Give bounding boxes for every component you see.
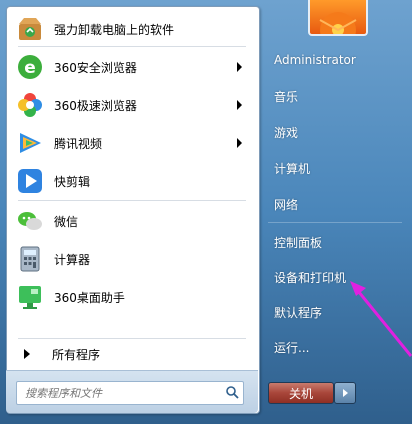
shutdown-label: 关机 xyxy=(288,386,313,401)
right-item-label: 网络 xyxy=(274,197,299,212)
right-item-network[interactable]: 网络 xyxy=(262,190,412,218)
program-item-tencent-video[interactable]: 腾讯视频 xyxy=(10,126,254,160)
calculator-icon xyxy=(14,243,46,275)
right-item-label: 音乐 xyxy=(274,89,299,104)
shutdown-button[interactable]: 关机 xyxy=(268,382,334,404)
svg-text:e: e xyxy=(24,58,36,78)
right-item-label: 运行... xyxy=(274,340,310,355)
expand-arrow-icon xyxy=(24,349,30,359)
program-item-360-speed-browser[interactable]: 360极速浏览器 xyxy=(10,88,254,122)
program-label: 360安全浏览器 xyxy=(54,60,137,75)
user-picture[interactable] xyxy=(308,0,368,36)
program-label: 360极速浏览器 xyxy=(54,98,137,113)
search-icon[interactable] xyxy=(225,385,239,402)
right-item-administrator[interactable]: Administrator xyxy=(262,46,412,74)
right-item-default-programs[interactable]: 默认程序 xyxy=(262,298,412,326)
all-programs-label: 所有程序 xyxy=(52,347,101,362)
program-item-360-safe-browser[interactable]: e 360安全浏览器 xyxy=(10,50,254,84)
chevron-right-icon xyxy=(342,389,348,397)
tencent-video-icon xyxy=(14,127,46,159)
flower-picture-icon xyxy=(319,12,357,34)
search-box[interactable] xyxy=(16,381,244,405)
start-menu: 强力卸载电脑上的软件 e 360安全浏览器 360极速浏览器 腾讯视频 快剪辑 … xyxy=(0,0,412,424)
all-programs-item[interactable]: 所有程序 xyxy=(10,342,254,366)
360-desktop-assistant-icon xyxy=(14,281,46,313)
submenu-arrow-icon xyxy=(237,100,242,110)
program-item-wechat[interactable]: 微信 xyxy=(10,204,254,238)
search-input[interactable] xyxy=(23,385,217,401)
shutdown-options-button[interactable] xyxy=(334,382,356,404)
submenu-arrow-icon xyxy=(237,138,242,148)
right-item-games[interactable]: 游戏 xyxy=(262,118,412,146)
program-label: 腾讯视频 xyxy=(54,136,103,151)
program-label: 微信 xyxy=(54,214,79,229)
program-label: 计算器 xyxy=(54,252,91,267)
right-item-label: 计算机 xyxy=(274,161,311,176)
right-item-label: 默认程序 xyxy=(274,305,323,320)
wechat-icon xyxy=(14,205,46,237)
program-label: 快剪辑 xyxy=(54,174,91,189)
right-item-label: 设备和打印机 xyxy=(274,270,347,285)
right-item-run[interactable]: 运行... xyxy=(262,333,412,361)
right-item-label: 控制面板 xyxy=(274,235,323,250)
right-item-music[interactable]: 音乐 xyxy=(262,82,412,110)
submenu-arrow-icon xyxy=(237,62,242,72)
right-separator xyxy=(268,222,402,223)
program-item-uninstall[interactable]: 强力卸载电脑上的软件 xyxy=(10,12,254,46)
separator xyxy=(18,338,246,339)
360-safe-browser-icon: e xyxy=(14,51,46,83)
uninstall-box-icon xyxy=(14,13,46,45)
right-item-control-panel[interactable]: 控制面板 xyxy=(262,228,412,256)
separator xyxy=(18,200,246,201)
program-label: 强力卸载电脑上的软件 xyxy=(54,22,175,37)
kuaijianji-icon xyxy=(14,165,46,197)
separator xyxy=(18,46,246,47)
360-speed-browser-icon xyxy=(14,89,46,121)
right-item-label: Administrator xyxy=(274,53,356,67)
right-item-devices-printers[interactable]: 设备和打印机 xyxy=(262,263,412,291)
right-item-label: 游戏 xyxy=(274,125,299,140)
right-item-computer[interactable]: 计算机 xyxy=(262,154,412,182)
program-item-kuaijianji[interactable]: 快剪辑 xyxy=(10,164,254,198)
program-label: 360桌面助手 xyxy=(54,290,125,305)
program-item-360-desktop-assistant[interactable]: 360桌面助手 xyxy=(10,280,254,314)
program-item-calculator[interactable]: 计算器 xyxy=(10,242,254,276)
